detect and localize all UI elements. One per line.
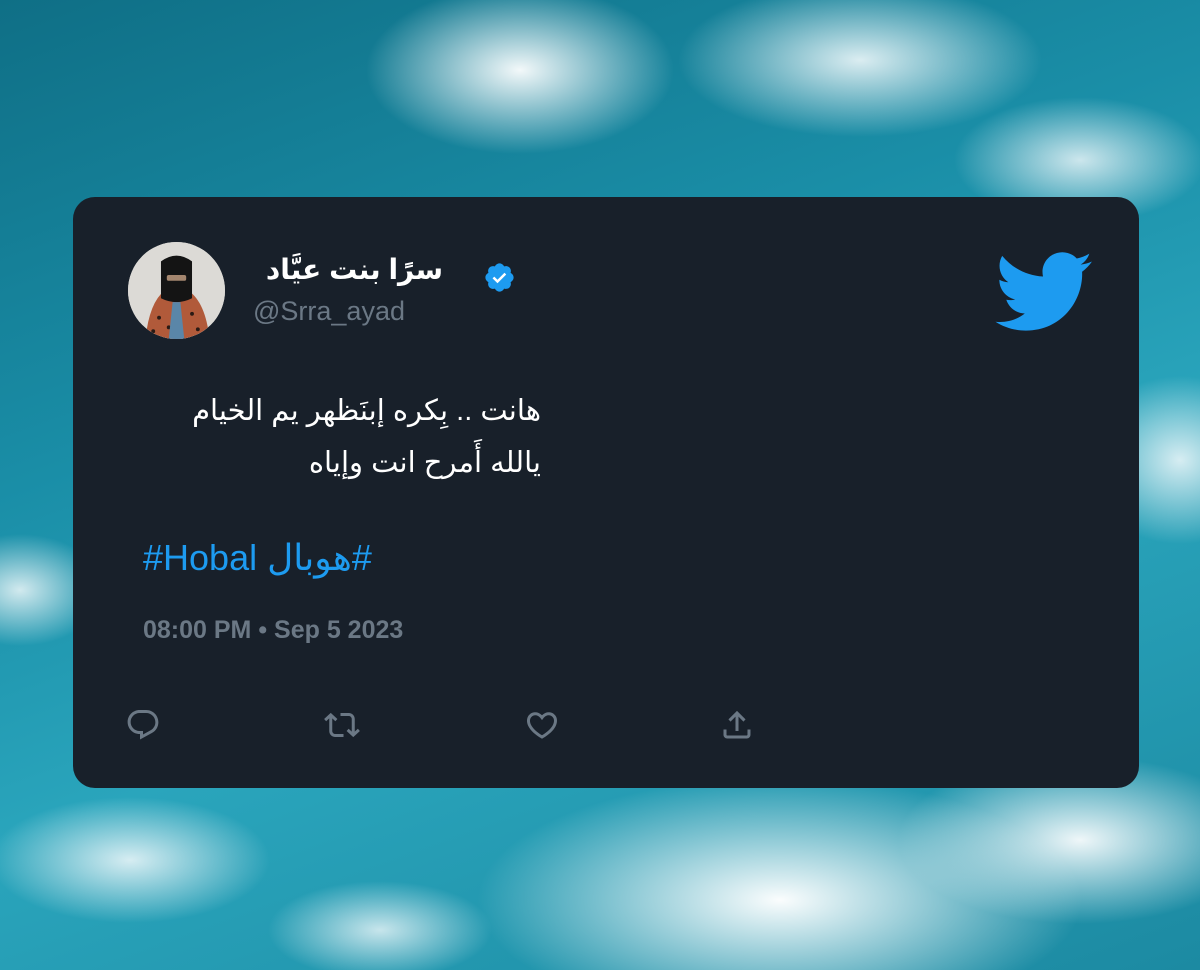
tweet-text-line-1: هانت .. بِكره إبنَظهر يم الخيام bbox=[192, 395, 541, 427]
author-handle[interactable]: @Srra_ayad bbox=[253, 296, 405, 327]
tweet-text-line-2: يالله أَمرح انت وإياه bbox=[308, 447, 541, 479]
twitter-bird-icon bbox=[990, 249, 1095, 334]
author-name[interactable]: سرًا بنت عيَّاد bbox=[253, 253, 443, 286]
tweet-card: سرًا بنت عيَّاد @Srra_ayad هانت .. بِكره… bbox=[73, 197, 1139, 788]
like-button[interactable] bbox=[524, 707, 560, 743]
share-icon bbox=[723, 710, 751, 739]
like-icon bbox=[526, 712, 558, 739]
verified-badge-icon bbox=[483, 261, 516, 294]
retweet-button[interactable] bbox=[324, 707, 360, 743]
hashtag-link[interactable]: #Hobal هوبال# bbox=[143, 537, 372, 579]
tweet-timestamp[interactable]: 08:00 PM • Sep 5 2023 bbox=[143, 616, 403, 645]
retweet-icon bbox=[324, 712, 360, 738]
share-button[interactable] bbox=[719, 707, 755, 743]
avatar[interactable] bbox=[128, 242, 225, 339]
tweet-body: هانت .. بِكره إبنَظهر يم الخيام يالله أَ… bbox=[141, 385, 541, 489]
avatar-image bbox=[128, 242, 225, 339]
reply-button[interactable] bbox=[125, 707, 161, 743]
reply-icon bbox=[127, 710, 159, 740]
